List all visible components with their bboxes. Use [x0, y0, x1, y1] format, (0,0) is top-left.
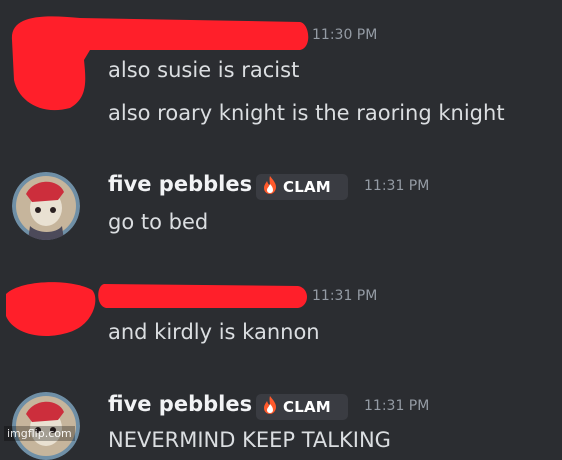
message-group-1: 11:30 PM also susie is racist also roary… — [0, 0, 562, 140]
server-tag[interactable]: CLAM — [256, 394, 348, 420]
message-timestamp: 11:31 PM — [312, 288, 378, 304]
message-timestamp: 11:30 PM — [312, 27, 378, 43]
message-timestamp: 11:31 PM — [364, 178, 430, 194]
tag-label: CLAM — [283, 178, 331, 196]
username[interactable]: five pebbles — [108, 172, 252, 196]
fire-icon — [260, 395, 280, 419]
fire-icon — [260, 175, 280, 199]
message-group-2: five pebbles CLAM 11:31 PM go to bed — [0, 160, 562, 250]
message-text: and kirdly is kannon — [108, 320, 320, 344]
watermark: imgflip.com — [4, 426, 75, 441]
message-text: also roary knight is the raoring knight — [108, 101, 505, 125]
avatar[interactable] — [12, 172, 80, 240]
message-text: also susie is racist — [108, 58, 300, 82]
message-group-3: 11:31 PM and kirdly is kannon — [0, 270, 562, 360]
message-text: NEVERMIND KEEP TALKING — [108, 428, 391, 452]
tag-label: CLAM — [283, 398, 331, 416]
message-timestamp: 11:31 PM — [364, 398, 430, 414]
message-group-4: five pebbles CLAM 11:31 PM NEVERMIND KEE… — [0, 380, 562, 460]
server-tag[interactable]: CLAM — [256, 174, 348, 200]
message-text: go to bed — [108, 210, 209, 234]
username[interactable]: five pebbles — [108, 392, 252, 416]
